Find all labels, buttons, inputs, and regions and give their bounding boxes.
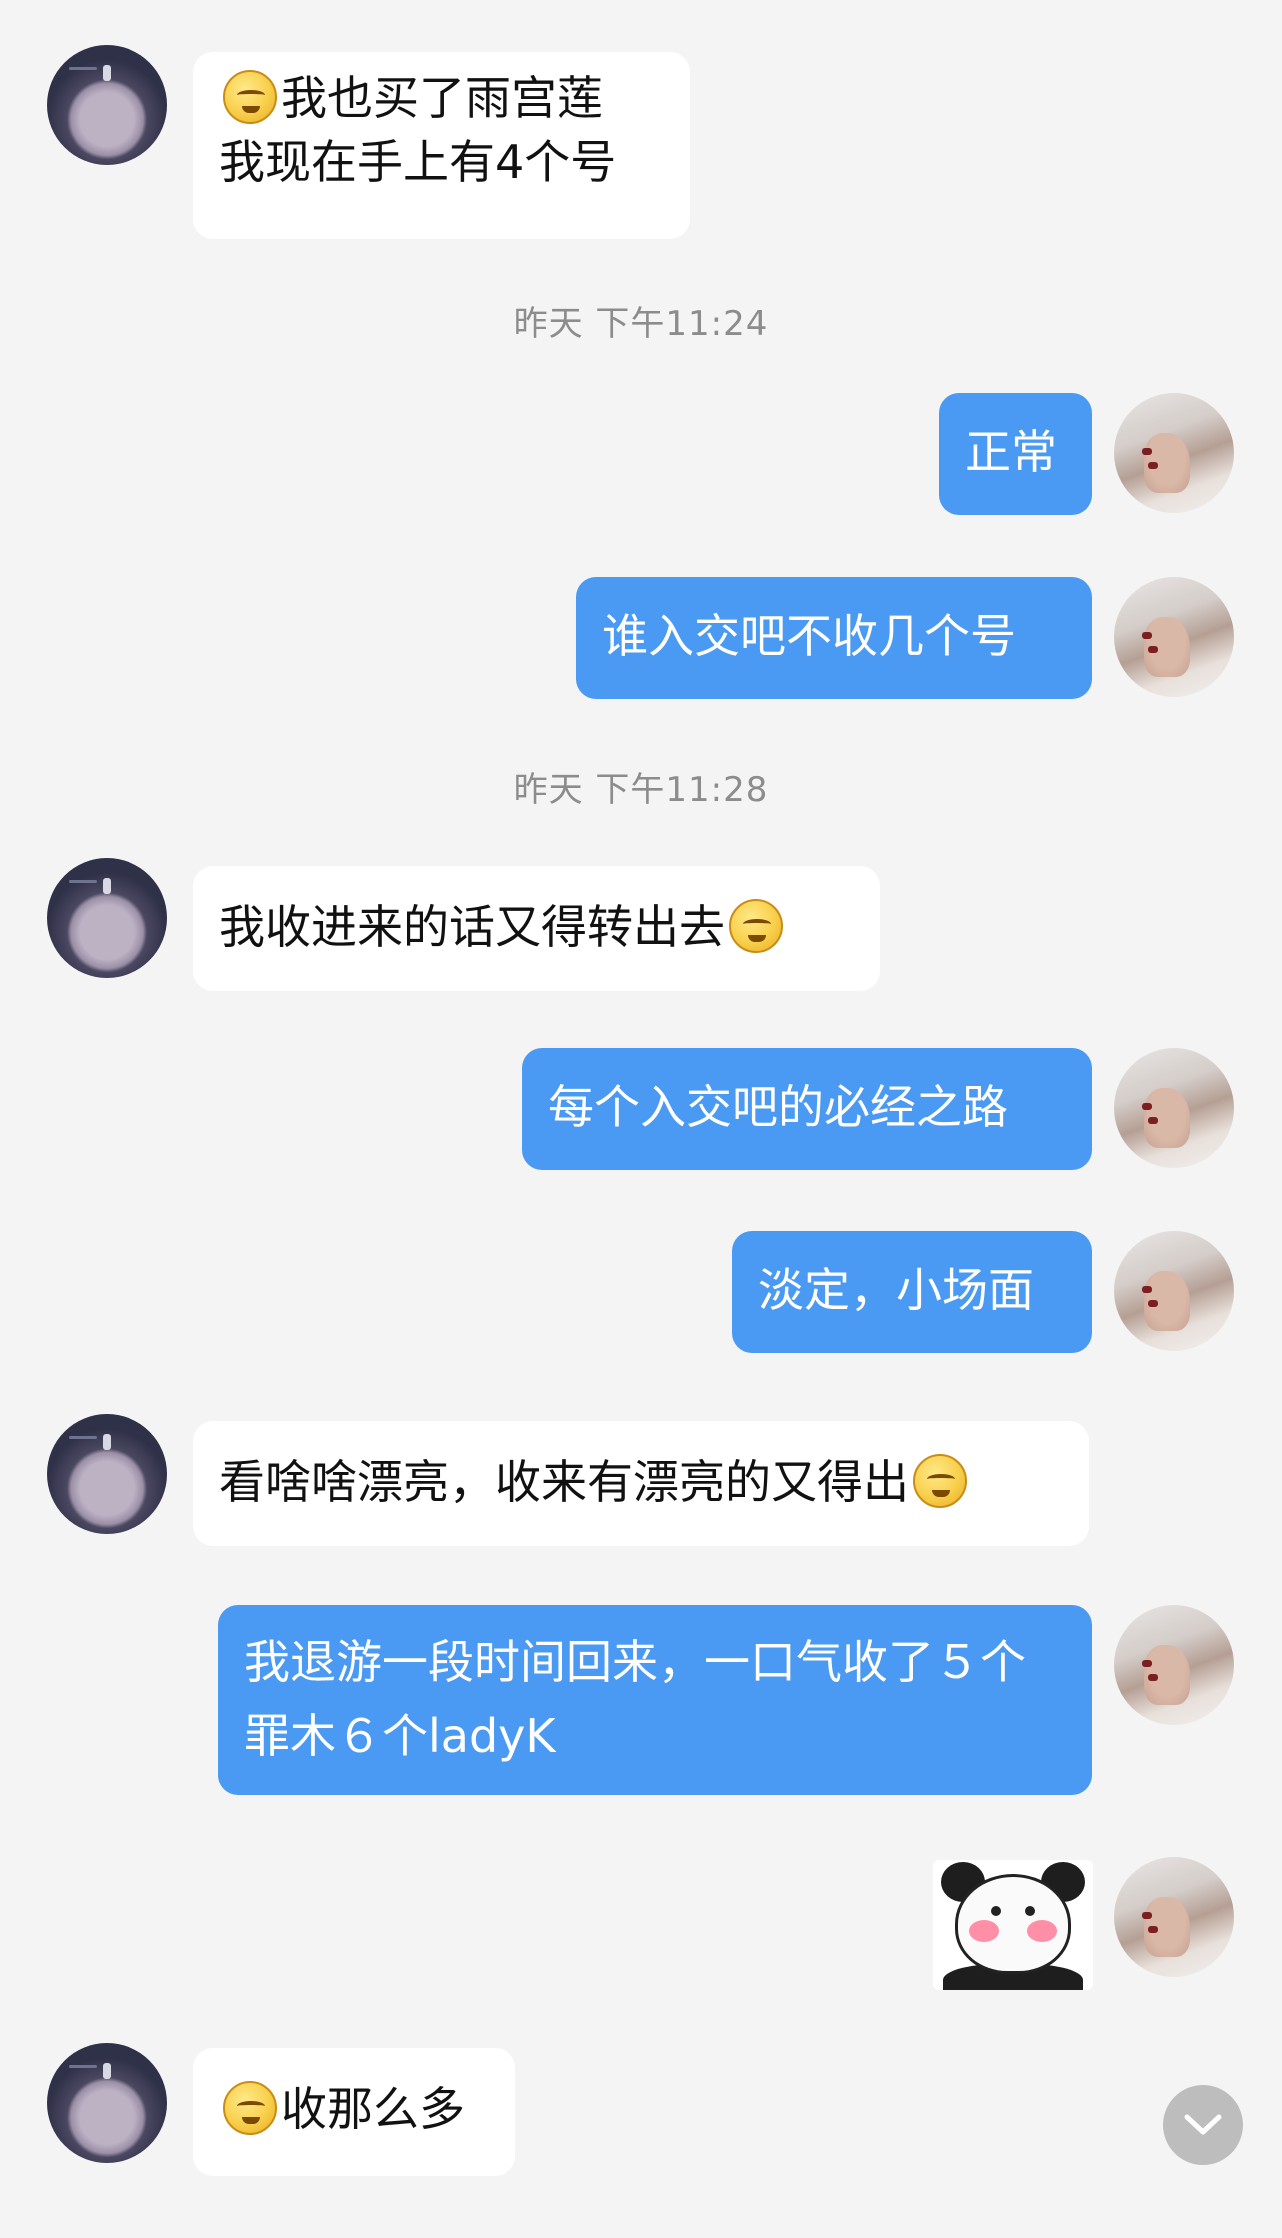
timestamp: 昨天 下午11:28 <box>513 770 769 810</box>
message-text: 每个入交吧的必经之路 <box>548 1080 1008 1134</box>
contact-avatar[interactable] <box>47 858 167 978</box>
user-avatar[interactable] <box>1114 393 1234 513</box>
laugh-emoji <box>223 2081 277 2135</box>
message-text: 我退游一段时间回来，一口气收了５个罪木６个ladyK <box>244 1635 1026 1763</box>
outgoing-message-bubble[interactable]: 谁入交吧不收几个号 <box>576 577 1092 699</box>
user-avatar[interactable] <box>1114 1231 1234 1351</box>
shush-emoji <box>729 899 783 953</box>
timestamp: 昨天 下午11:24 <box>513 304 769 344</box>
outgoing-message-bubble[interactable]: 每个入交吧的必经之路 <box>522 1048 1092 1170</box>
message-text: 正常 <box>965 425 1057 479</box>
incoming-message-bubble[interactable]: 收那么多 <box>193 2048 515 2176</box>
contact-avatar[interactable] <box>47 1414 167 1534</box>
user-avatar[interactable] <box>1114 1048 1234 1168</box>
panda-eye <box>1025 1906 1035 1916</box>
contact-avatar[interactable] <box>47 45 167 165</box>
outgoing-message-bubble[interactable]: 我退游一段时间回来，一口气收了５个罪木６个ladyK <box>218 1605 1092 1795</box>
message-text: 收那么多 <box>281 2082 465 2136</box>
chevron-down-icon <box>1184 2114 1222 2135</box>
contact-avatar[interactable] <box>47 2043 167 2163</box>
panda-eye <box>991 1906 1001 1916</box>
panda-blush <box>1027 1920 1057 1942</box>
smirk-emoji <box>223 70 277 124</box>
incoming-message-bubble[interactable]: 看啥啥漂亮，收来有漂亮的又得出 <box>193 1421 1089 1546</box>
panda-blush <box>969 1920 999 1942</box>
user-avatar[interactable] <box>1114 577 1234 697</box>
outgoing-message-bubble[interactable]: 正常 <box>939 393 1092 515</box>
user-avatar[interactable] <box>1114 1605 1234 1725</box>
user-avatar[interactable] <box>1114 1857 1234 1977</box>
outgoing-message-bubble[interactable]: 淡定，小场面 <box>732 1231 1092 1353</box>
panda-blush-sticker[interactable] <box>933 1860 1093 1990</box>
message-text: 看啥啥漂亮，收来有漂亮的又得出 <box>219 1455 909 1509</box>
message-text: 谁入交吧不收几个号 <box>602 609 1016 663</box>
message-text: 我现在手上有4个号 <box>219 135 617 189</box>
shush-emoji <box>913 1454 967 1508</box>
message-text: 我收进来的话又得转出去 <box>219 900 725 954</box>
incoming-message-bubble[interactable]: 我收进来的话又得转出去 <box>193 866 880 991</box>
incoming-message-bubble[interactable]: 我也买了雨宫莲 我现在手上有4个号 <box>193 52 690 239</box>
scroll-to-bottom-button[interactable] <box>1163 2085 1243 2165</box>
message-text: 淡定，小场面 <box>758 1263 1034 1317</box>
message-text: 我也买了雨宫莲 <box>281 71 603 125</box>
